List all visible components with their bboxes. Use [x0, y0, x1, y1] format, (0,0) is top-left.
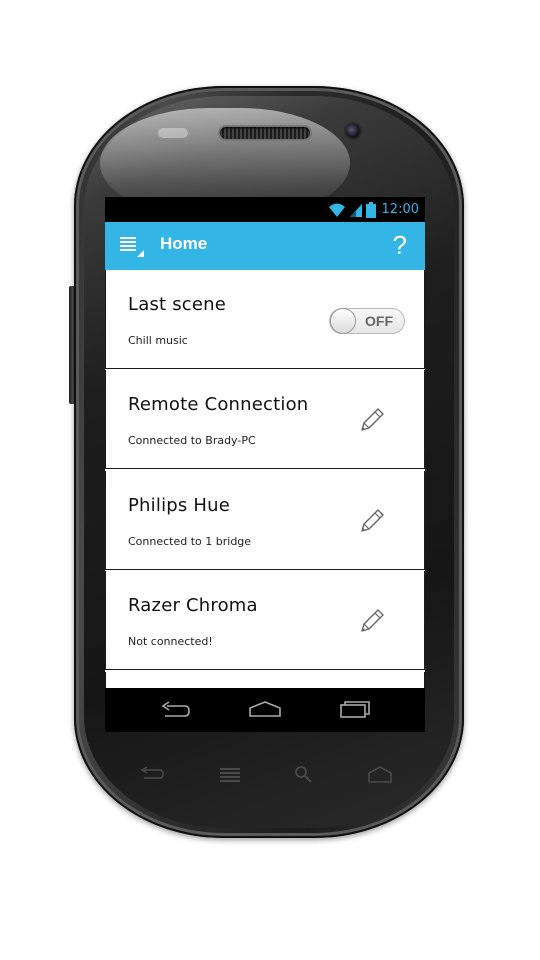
screen: 12:00 Home ? Last scene Chill music OFF	[105, 197, 425, 732]
card-last-scene[interactable]: Last scene Chill music OFF	[105, 270, 425, 369]
toggle-knob	[330, 308, 356, 334]
pencil-icon[interactable]	[355, 506, 387, 538]
card-razer-chroma[interactable]: Razer Chroma Not connected!	[105, 571, 425, 670]
navigation-bar	[105, 688, 425, 732]
card-title: Philips Hue	[128, 495, 231, 516]
back-icon[interactable]	[157, 696, 193, 724]
wifi-icon	[328, 203, 345, 217]
settings-list: Last scene Chill music OFF Remote Connec…	[105, 270, 425, 688]
battery-icon	[365, 201, 376, 218]
pencil-icon[interactable]	[355, 606, 387, 638]
scene-toggle[interactable]: OFF	[329, 308, 405, 334]
recent-apps-icon[interactable]	[337, 696, 373, 724]
card-remote-connection[interactable]: Remote Connection Connected to Brady-PC	[105, 370, 425, 469]
card-subtitle: Connected to 1 bridge	[128, 535, 252, 548]
pencil-icon[interactable]	[355, 405, 387, 437]
back-icon[interactable]	[138, 762, 166, 786]
card-philips-hue[interactable]: Philips Hue Connected to 1 bridge	[105, 471, 425, 570]
proximity-sensor	[158, 128, 188, 138]
menu-icon[interactable]	[119, 235, 145, 259]
status-clock: 12:00	[381, 202, 419, 217]
earpiece-speaker	[220, 127, 310, 139]
action-bar: Home ?	[105, 222, 425, 270]
card-subtitle: Connected to Brady-PC	[128, 434, 256, 447]
search-icon[interactable]	[290, 762, 318, 786]
card-title: Last scene	[128, 294, 227, 315]
front-camera	[346, 124, 360, 138]
help-icon[interactable]: ?	[393, 230, 407, 260]
home-icon[interactable]	[366, 762, 394, 786]
toggle-label: OFF	[365, 313, 393, 329]
page-title: Home	[160, 234, 208, 253]
card-subtitle: Chill music	[128, 334, 188, 347]
menu-icon[interactable]	[216, 762, 244, 786]
card-title: Razer Chroma	[128, 595, 258, 616]
signal-icon	[349, 203, 362, 217]
card-subtitle: Not connected!	[128, 635, 213, 648]
status-bar: 12:00	[105, 197, 425, 222]
card-title: Remote Connection	[128, 394, 309, 415]
device-mockup: 12:00 Home ? Last scene Chill music OFF	[0, 0, 540, 960]
card-partial[interactable]	[105, 672, 425, 688]
home-icon[interactable]	[247, 696, 283, 724]
